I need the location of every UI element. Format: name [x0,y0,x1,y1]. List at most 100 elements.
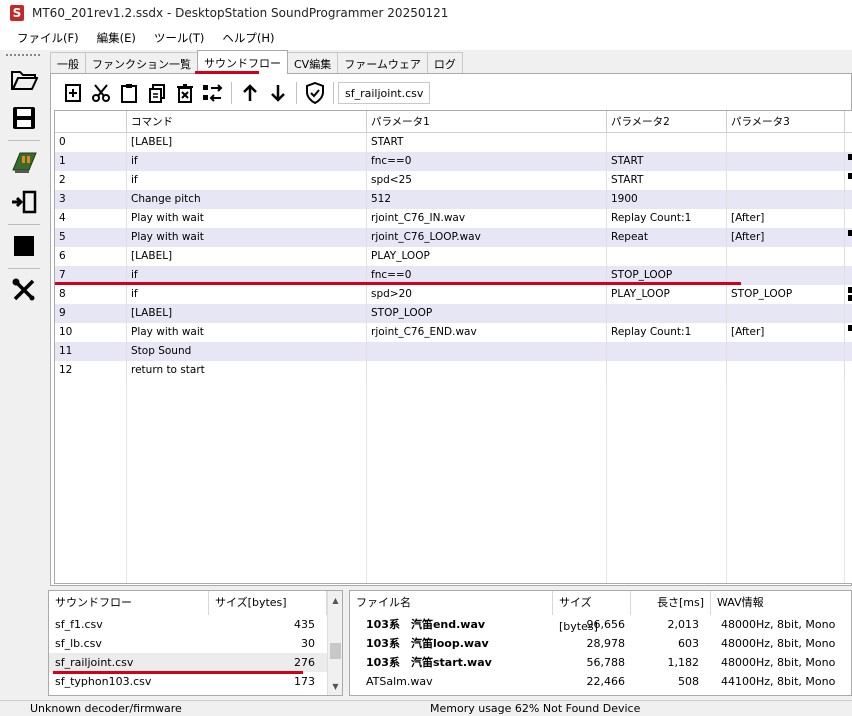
scroll-up-arrow-icon[interactable]: ▲ [328,593,343,608]
grid-cell-cmd[interactable]: [LABEL] [127,247,367,266]
soundflow-item[interactable]: sf_f1.csv 435 [49,615,327,634]
grid-cell-no[interactable]: 11 [55,342,127,361]
grid-row[interactable]: 6 [LABEL] PLAY_LOOP [55,247,852,266]
wav-file-item[interactable]: 103系 汽笛loop.wav 28,978 603 48000Hz, 8bit, M… [350,634,852,653]
grid-cell-p3[interactable] [727,266,845,285]
grid-row[interactable]: 12 return to start [55,361,852,380]
grid-cell-p2[interactable]: Replay Count:1 [607,209,727,228]
grid-cell-cmd[interactable]: return to start [127,361,367,380]
grid-cell-p1[interactable]: rjoint_C76_IN.wav [367,209,607,228]
grid-cell-p3[interactable]: [After] [727,209,845,228]
soundflow-item[interactable]: sf_lb.csv 30 [49,634,327,653]
paste-icon[interactable] [115,80,143,106]
soundflow-item[interactable]: sf_typhon103.csv 173 [49,672,327,691]
file-header-wavinfo[interactable]: WAV情報 [711,591,852,615]
grid-cell-p3[interactable]: STOP_LOOP [727,285,845,304]
cut-icon[interactable] [87,80,115,106]
grid-cell-p2[interactable] [607,342,727,361]
tab-function-list[interactable]: ファンクション一覧 [85,52,198,74]
grid-cell-p3[interactable] [727,247,845,266]
copy-icon[interactable] [143,80,171,106]
grid-cell-no[interactable]: 4 [55,209,127,228]
grid-cell-cmd[interactable]: if [127,171,367,190]
soundflow-header-size[interactable]: サイズ[bytes] [209,591,327,615]
grid-row[interactable]: 5 Play with wait rjoint_C76_LOOP.wav Repeat… [55,228,852,247]
grid-cell-p2[interactable]: START [607,171,727,190]
save-icon[interactable] [8,102,40,134]
grid-cell-no[interactable]: 12 [55,361,127,380]
wav-file-list[interactable]: ファイル名 サイズ[bytes] 長さ[ms] WAV情報 103系 汽笛end… [349,590,852,696]
grid-row[interactable]: 1 if fnc==0 START [55,152,852,171]
tools-icon[interactable] [8,274,40,306]
grid-row[interactable]: 9 [LABEL] STOP_LOOP [55,304,852,323]
grid-cell-p1[interactable]: rjoint_C76_END.wav [367,323,607,342]
soundflow-header-name[interactable]: サウンドフロー [49,591,209,615]
grid-cell-p2[interactable]: Repeat [607,228,727,247]
header-param3[interactable]: パラメータ3 [727,111,845,133]
grid-row[interactable]: 0 [LABEL] START [55,133,852,152]
swap-rows-icon[interactable] [199,80,227,106]
write-device-icon[interactable] [8,186,40,218]
validate-shield-icon[interactable] [301,80,329,106]
grid-cell-p3[interactable] [727,152,845,171]
grid-cell-p2[interactable] [607,361,727,380]
menu-tools[interactable]: ツール(T) [145,27,214,49]
grid-cell-no[interactable]: 10 [55,323,127,342]
grid-cell-p1[interactable] [367,361,607,380]
file-header-size[interactable]: サイズ[bytes] [553,591,631,633]
grid-cell-p2[interactable] [607,133,727,152]
tab-cv-edit[interactable]: CV編集 [287,52,339,74]
delete-row-icon[interactable] [171,80,199,106]
grid-cell-p2[interactable] [607,247,727,266]
grid-row[interactable]: 3 Change pitch 512 1900 [55,190,852,209]
grid-cell-cmd[interactable]: Change pitch [127,190,367,209]
grid-cell-p1[interactable]: rjoint_C76_LOOP.wav [367,228,607,247]
grid-cell-p3[interactable] [727,171,845,190]
grid-cell-no[interactable]: 5 [55,228,127,247]
grid-row[interactable]: 2 if spd<25 START [55,171,852,190]
grid-cell-p2[interactable]: START [607,152,727,171]
open-folder-icon[interactable] [8,64,40,96]
menu-help[interactable]: ヘルプ(H) [213,27,283,49]
grid-cell-cmd[interactable]: Play with wait [127,209,367,228]
stop-icon[interactable] [8,230,40,262]
grid-cell-no[interactable]: 6 [55,247,127,266]
decoder-board-icon[interactable] [8,146,40,178]
grid-cell-p3[interactable] [727,304,845,323]
grid-cell-p3[interactable] [727,190,845,209]
wav-file-item[interactable]: 103系 汽笛end.wav 96,656 2,013 48000Hz, 8bit, … [350,615,852,634]
grid-cell-p1[interactable]: spd<25 [367,171,607,190]
grid-cell-p2[interactable]: 1900 [607,190,727,209]
grid-cell-p3[interactable]: [After] [727,228,845,247]
grid-cell-p3[interactable] [727,133,845,152]
grid-cell-p3[interactable] [727,342,845,361]
grid-cell-cmd[interactable]: [LABEL] [127,133,367,152]
grid-cell-cmd[interactable]: Stop Sound [127,342,367,361]
wav-file-item[interactable]: ATSalm.wav 22,466 508 44100Hz, 8bit, Mono [350,672,852,691]
move-down-icon[interactable] [264,80,292,106]
wav-file-item[interactable]: 103系 汽笛start.wav 56,788 1,182 48000Hz, 8bit… [350,653,852,672]
grid-cell-cmd[interactable]: if [127,285,367,304]
grid-cell-no[interactable]: 9 [55,304,127,323]
scroll-down-arrow-icon[interactable]: ▼ [328,679,343,694]
grid-cell-no[interactable]: 3 [55,190,127,209]
grid-row[interactable]: 11 Stop Sound [55,342,852,361]
command-grid[interactable]: コマンド パラメータ1 パラメータ2 パラメータ3 0 [LABEL] START 1… [54,110,852,584]
file-header-name[interactable]: ファイル名 [350,591,553,615]
grid-cell-cmd[interactable]: Play with wait [127,323,367,342]
header-param2[interactable]: パラメータ2 [607,111,727,133]
grid-cell-p1[interactable] [367,342,607,361]
grid-cell-no[interactable]: 8 [55,285,127,304]
grid-cell-p2[interactable] [607,304,727,323]
menu-edit[interactable]: 編集(E) [88,27,145,49]
header-param1[interactable]: パラメータ1 [367,111,607,133]
tab-general[interactable]: 一般 [50,52,86,74]
scroll-thumb[interactable] [330,643,341,659]
grid-cell-p3[interactable] [727,361,845,380]
soundflow-scrollbar[interactable]: ▲ ▼ [327,591,342,695]
grid-cell-p3[interactable]: [After] [727,323,845,342]
menu-file[interactable]: ファイル(F) [8,27,88,49]
grid-row[interactable]: 4 Play with wait rjoint_C76_IN.wav Replay C… [55,209,852,228]
header-command[interactable]: コマンド [127,111,367,133]
grid-cell-p1[interactable]: spd>20 [367,285,607,304]
